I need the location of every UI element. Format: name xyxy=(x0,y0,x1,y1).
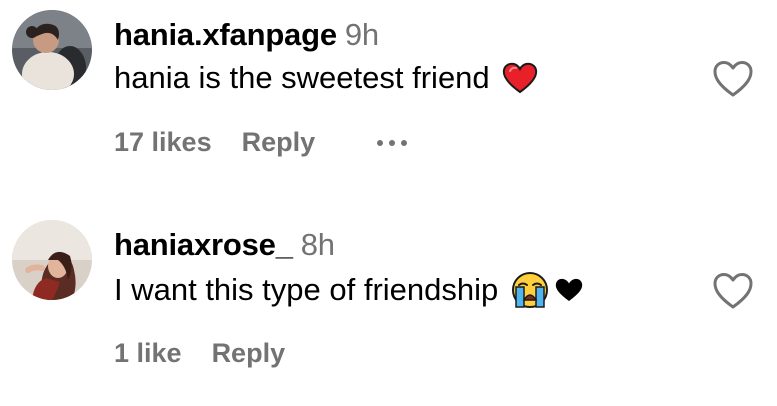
red-heart-icon xyxy=(502,62,538,94)
comment-username[interactable]: hania.xfanpage 9h xyxy=(114,17,379,53)
comment-body: hania is the sweetest friend xyxy=(114,60,490,95)
comment-item: hania.xfanpage 9h hania is the sweetest f… xyxy=(0,0,777,190)
more-options-icon[interactable] xyxy=(377,139,408,146)
comment-timestamp: 9h xyxy=(344,17,379,52)
comment-timestamp: 8h xyxy=(300,227,335,262)
avatar[interactable] xyxy=(12,220,92,300)
comment-meta: 17 likes Reply xyxy=(114,127,408,158)
username-text[interactable]: hania.xfanpage xyxy=(114,17,337,52)
likes-count[interactable]: 17 likes xyxy=(114,127,212,158)
loudly-crying-face-icon xyxy=(510,270,550,310)
black-heart-icon xyxy=(554,277,584,303)
comment-text: I want this type of friendship xyxy=(114,270,584,310)
reply-button[interactable]: Reply xyxy=(212,338,286,369)
comment-item: haniaxrose_ 8h I want this type of friend… xyxy=(0,190,777,406)
comment-text: hania is the sweetest friend xyxy=(114,60,538,96)
like-heart-icon[interactable] xyxy=(712,272,754,310)
comment-meta: 1 like Reply xyxy=(114,338,285,369)
comment-body: I want this type of friendship xyxy=(114,272,499,307)
username-text[interactable]: haniaxrose_ xyxy=(114,227,293,262)
likes-count[interactable]: 1 like xyxy=(114,338,182,369)
avatar[interactable] xyxy=(12,10,92,90)
reply-button[interactable]: Reply xyxy=(242,127,316,158)
comment-username[interactable]: haniaxrose_ 8h xyxy=(114,227,335,263)
like-heart-icon[interactable] xyxy=(712,60,754,98)
